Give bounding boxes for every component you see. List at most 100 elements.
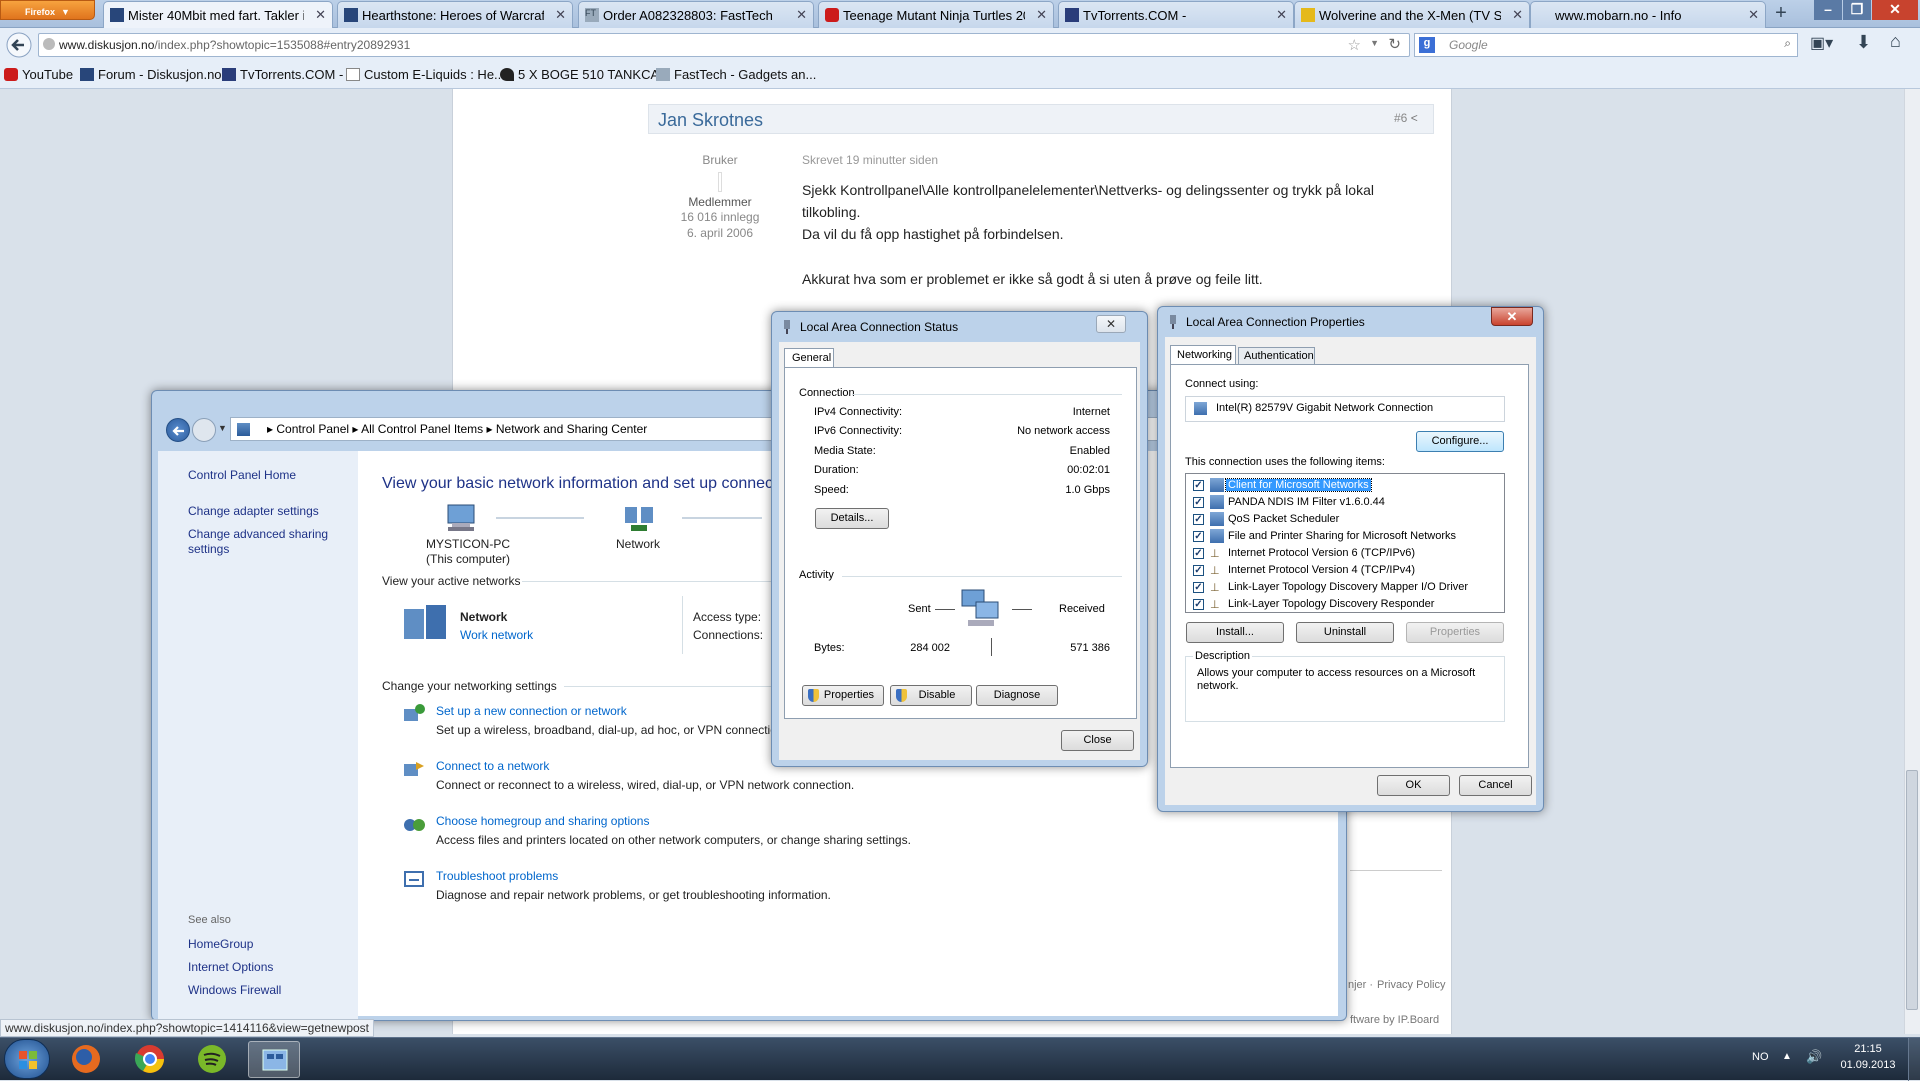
details-button[interactable]: Details... (815, 508, 889, 529)
chrome-taskbar-button[interactable] (124, 1041, 176, 1078)
properties-button[interactable]: Properties (802, 685, 884, 706)
tab-authentication[interactable]: Authentication (1238, 347, 1315, 365)
setup-connection-link[interactable]: Set up a new connection or network (436, 704, 627, 718)
recent-pages-icon[interactable]: ▼ (218, 423, 227, 433)
control-panel-home-link[interactable]: Control Panel Home (188, 468, 296, 482)
bookmark-boge[interactable]: 5 X BOGE 510 TANKCA... (500, 67, 670, 82)
list-item[interactable]: QoS Packet Scheduler (1226, 513, 1341, 525)
firefox-taskbar-button[interactable] (60, 1041, 112, 1078)
bookmark-youtube[interactable]: YouTube (4, 67, 73, 82)
minimize-icon[interactable]: – (1814, 0, 1842, 20)
tab-networking[interactable]: Networking (1170, 345, 1236, 365)
homegroup-link[interactable]: HomeGroup (188, 937, 253, 951)
breadcrumb-item[interactable]: Control Panel (276, 422, 349, 436)
list-item[interactable]: File and Printer Sharing for Microsoft N… (1226, 530, 1458, 542)
network-type-link[interactable]: Work network (460, 628, 533, 642)
search-icon[interactable]: ⌕ (1784, 36, 1791, 51)
item-checkbox[interactable]: ✓ (1193, 514, 1204, 525)
configure-button[interactable]: Configure... (1416, 431, 1504, 452)
diagnose-button[interactable]: Diagnose (976, 685, 1058, 706)
item-checkbox[interactable]: ✓ (1193, 599, 1204, 610)
close-button[interactable]: Close (1061, 730, 1134, 751)
close-tab-icon[interactable]: ✕ (1276, 7, 1287, 23)
change-advanced-sharing-link[interactable]: Change advanced sharing (188, 527, 328, 541)
post-number[interactable]: #6 < (1394, 111, 1418, 125)
post-author[interactable]: Jan Skrotnes (658, 110, 763, 131)
volume-icon[interactable]: 🔊 (1806, 1049, 1822, 1065)
bookmark-star-icon[interactable]: ☆ (1348, 36, 1361, 54)
windows-firewall-link[interactable]: Windows Firewall (188, 983, 281, 997)
item-checkbox[interactable]: ✓ (1193, 582, 1204, 593)
clock-date[interactable]: 01.09.2013 (1838, 1059, 1898, 1071)
scrollbar-thumb[interactable] (1906, 770, 1918, 1010)
site-identity-icon[interactable] (43, 38, 55, 50)
google-icon[interactable]: g (1419, 37, 1435, 53)
tab-7[interactable]: www.mobarn.no - Info ✕ (1530, 1, 1766, 28)
url-bar[interactable]: www.diskusjon.no/index.php?showtopic=153… (38, 33, 1410, 57)
privacy-policy-link[interactable]: Privacy Policy (1377, 979, 1445, 991)
item-checkbox[interactable]: ✓ (1193, 480, 1204, 491)
reload-icon[interactable]: ↻ (1388, 35, 1401, 53)
item-checkbox[interactable]: ✓ (1193, 497, 1204, 508)
breadcrumb-item[interactable]: All Control Panel Items (361, 422, 483, 436)
dialog-close-icon[interactable]: ✕ (1096, 315, 1126, 333)
cancel-button[interactable]: Cancel (1459, 775, 1532, 796)
tab-3[interactable]: FT Order A082328803: FastTech ✕ (578, 1, 814, 28)
share-icon[interactable]: < (1411, 111, 1418, 125)
disable-button[interactable]: Disable (890, 685, 972, 706)
bookmark-tvtorrents[interactable]: TvTorrents.COM - (222, 67, 343, 82)
tab-6[interactable]: Wolverine and the X-Men (TV Serie... ✕ (1294, 1, 1530, 28)
back-button[interactable] (166, 418, 190, 442)
show-desktop-button[interactable] (1908, 1038, 1920, 1081)
item-properties-button[interactable]: Properties (1406, 622, 1504, 643)
close-tab-icon[interactable]: ✕ (1748, 7, 1759, 23)
ok-button[interactable]: OK (1377, 775, 1450, 796)
troubleshoot-link[interactable]: Troubleshoot problems (436, 869, 558, 883)
back-button[interactable] (4, 31, 34, 59)
close-tab-icon[interactable]: ✕ (796, 7, 807, 23)
breadcrumb-item[interactable]: Network and Sharing Center (496, 422, 647, 436)
install-button[interactable]: Install... (1186, 622, 1284, 643)
item-checkbox[interactable]: ✓ (1193, 565, 1204, 576)
history-dropdown-icon[interactable]: ▼ (1370, 38, 1379, 48)
item-checkbox[interactable]: ✓ (1193, 531, 1204, 542)
spotify-taskbar-button[interactable] (186, 1041, 238, 1078)
list-item[interactable]: Link-Layer Topology Discovery Responder (1226, 598, 1436, 610)
language-indicator[interactable]: NO (1752, 1051, 1769, 1063)
uninstall-button[interactable]: Uninstall (1296, 622, 1394, 643)
tab-general[interactable]: General (784, 348, 834, 368)
bookmark-eliquids[interactable]: Custom E-Liquids : He... (346, 67, 505, 82)
downloads-menu-icon[interactable]: ▣▾ (1810, 33, 1833, 53)
close-tab-icon[interactable]: ✕ (555, 7, 566, 23)
new-tab-button[interactable]: + (1768, 2, 1794, 26)
change-adapter-settings-link[interactable]: Change adapter settings (188, 504, 319, 518)
list-item[interactable]: Internet Protocol Version 6 (TCP/IPv6) (1226, 547, 1417, 559)
dialog-close-icon[interactable]: ✕ (1491, 307, 1533, 326)
list-item[interactable]: Link-Layer Topology Discovery Mapper I/O… (1226, 581, 1470, 593)
firefox-menu-button[interactable]: Firefox ▼ (0, 0, 95, 20)
restore-icon[interactable]: ❐ (1843, 0, 1871, 20)
control-panel-taskbar-button[interactable] (248, 1041, 300, 1078)
clock-time[interactable]: 21:15 (1838, 1043, 1898, 1055)
list-item[interactable]: Client for Microsoft Networks (1225, 478, 1372, 492)
window-close-icon[interactable]: ✕ (1872, 0, 1918, 20)
tab-2[interactable]: Hearthstone: Heroes of Warcraft N... ✕ (337, 1, 573, 28)
tab-5[interactable]: TvTorrents.COM - ✕ (1058, 1, 1294, 28)
tab-4[interactable]: Teenage Mutant Ninja Turtles 20... ✕ (818, 1, 1054, 28)
homegroup-sharing-link[interactable]: Choose homegroup and sharing options (436, 814, 649, 828)
close-tab-icon[interactable]: ✕ (1512, 7, 1523, 23)
show-hidden-icons[interactable]: ▲ (1782, 1051, 1792, 1062)
item-checkbox[interactable]: ✓ (1193, 548, 1204, 559)
search-bar[interactable]: g Google ⌕ (1414, 33, 1798, 57)
start-button[interactable] (4, 1039, 50, 1079)
tab-1[interactable]: Mister 40Mbit med fart. Takler ikke ... ✕ (103, 1, 333, 28)
home-icon[interactable]: ⌂ (1890, 31, 1901, 52)
close-tab-icon[interactable]: ✕ (315, 7, 326, 23)
internet-options-link[interactable]: Internet Options (188, 960, 273, 974)
bookmark-forum[interactable]: Forum - Diskusjon.no (80, 67, 222, 82)
forward-button[interactable] (192, 418, 216, 442)
list-item[interactable]: Internet Protocol Version 4 (TCP/IPv4) (1226, 564, 1417, 576)
bookmark-fasttech[interactable]: FastTech - Gadgets an... (656, 67, 816, 82)
download-icon[interactable]: ⬇ (1856, 32, 1871, 53)
change-advanced-sharing-link-2[interactable]: settings (188, 542, 229, 556)
